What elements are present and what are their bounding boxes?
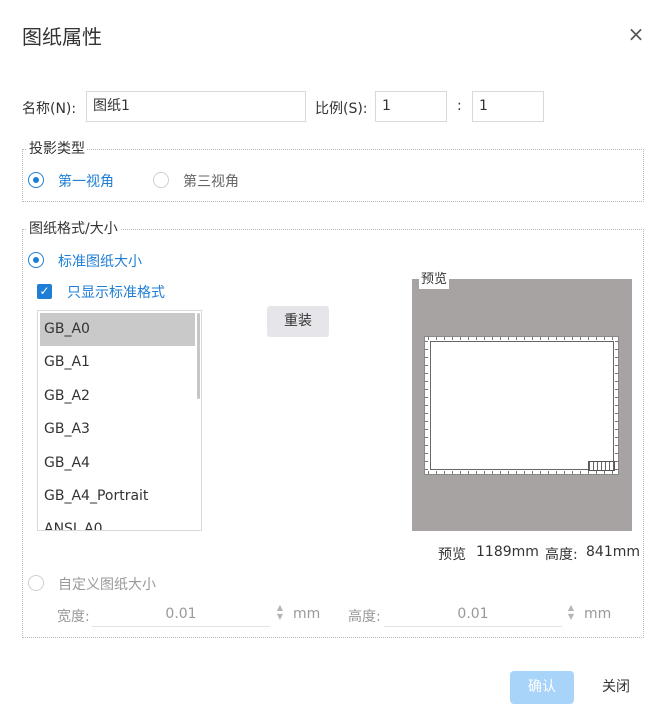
custom-height-unit: mm [584,606,612,622]
third-angle-radio[interactable] [153,172,169,188]
confirm-button[interactable]: 确认 [510,671,574,704]
sheet-size-list[interactable]: GB_A0 GB_A1 GB_A2 GB_A3 GB_A4 GB_A4_Port… [37,310,202,531]
custom-width-input[interactable]: 0.01 [92,601,270,627]
list-item[interactable]: GB_A4_Portrait [40,480,195,513]
list-item[interactable]: GB_A3 [40,413,195,446]
name-input[interactable]: 图纸1 [86,91,306,122]
standard-size-label[interactable]: 标准图纸大小 [58,251,142,271]
reload-button[interactable]: 重装 [267,306,329,337]
custom-width-label: 宽度: [57,609,90,625]
list-item[interactable]: GB_A1 [40,346,195,379]
preview-drawing-area [430,341,614,470]
sheet-height-value: 841mm [586,544,640,560]
sheet-height-label: 高度: [545,547,578,563]
close-icon[interactable]: × [626,24,646,44]
scale-label: 比例(S): [315,101,368,117]
scale-denominator-input[interactable]: 1 [472,91,544,122]
title-block [588,461,615,471]
height-spinner-icon[interactable]: ▲ ▼ [566,603,576,623]
list-item[interactable]: ANSI_A0 [40,513,195,530]
list-scrollbar[interactable] [197,313,200,399]
sheet-border-ticks-top [428,337,616,340]
sheet-border-ticks-right [615,341,618,471]
only-standard-checkbox[interactable]: ✓ [37,284,52,299]
list-item[interactable]: GB_A2 [40,380,195,413]
projection-fieldset [22,149,644,202]
custom-height-label: 高度: [348,609,381,625]
list-item[interactable]: GB_A4 [40,447,195,480]
projection-legend: 投影类型 [27,141,87,157]
custom-width-unit: mm [293,606,321,622]
first-angle-radio[interactable] [28,172,44,188]
list-item[interactable]: GB_A0 [40,313,195,347]
preview-label: 预览 [419,271,450,289]
custom-height-input[interactable]: 0.01 [384,601,562,627]
first-angle-label[interactable]: 第一视角 [58,171,114,191]
close-button[interactable]: 关闭 [596,671,636,704]
preview-info-label: 预览 [438,547,466,563]
standard-size-radio[interactable] [28,252,44,268]
scale-separator: : [457,98,462,114]
sheet-format-legend: 图纸格式/大小 [27,221,120,237]
custom-size-radio[interactable] [28,575,44,591]
only-standard-label[interactable]: 只显示标准格式 [67,282,165,302]
name-label: 名称(N): [22,101,77,117]
width-spinner-icon[interactable]: ▲ ▼ [275,603,285,623]
dialog-title: 图纸属性 [22,25,102,49]
sheet-width-value: 1189mm [476,544,539,560]
custom-size-label[interactable]: 自定义图纸大小 [58,574,156,594]
scale-numerator-input[interactable]: 1 [375,91,447,122]
sheet-border-ticks-left [425,341,428,471]
sheet-border-ticks-bottom [428,471,616,474]
third-angle-label[interactable]: 第三视角 [183,171,239,191]
